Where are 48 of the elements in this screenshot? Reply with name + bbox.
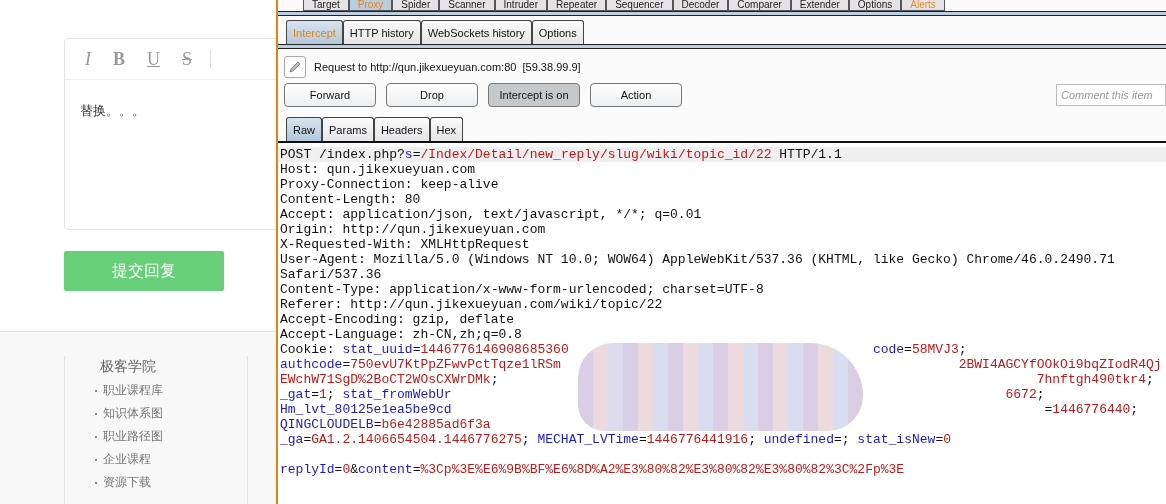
code-text: Proxy-Connection: keep-alive <box>280 177 499 192</box>
action-button[interactable]: Action <box>590 83 682 107</box>
code-text: replyId=0&content=%3Cp%3E%E6%9B%BF%E6%8D%A2%E3%80%82%E3%80%82%E3%80%82%3C%2Fp%3E <box>280 462 905 477</box>
code-text: Origin: http://qun.jikexueyuan.com <box>280 222 546 237</box>
code-text: 6672; <box>1005 387 1045 402</box>
code-text: authcode=750evU7KtPpZFwvPctTqze1lRSm <box>280 357 561 372</box>
section-tab[interactable]: WebSockets history <box>420 20 532 44</box>
footer-link[interactable]: 职业课程库 <box>103 382 163 399</box>
footer-link[interactable]: 企业课程 <box>103 451 151 468</box>
code-text: code=58MVJ3; <box>872 342 967 357</box>
footer-heading: 极客学院 <box>99 357 157 376</box>
code-text: Hm_lvt_80125e1ea5be9cd <box>280 402 452 417</box>
section-tab[interactable]: Options <box>531 20 584 44</box>
code-text: Accept-Language: zh-CN,zh;q=0.8 <box>280 327 522 342</box>
section-tab[interactable]: HTTP history <box>342 20 421 44</box>
action-button[interactable]: Intercept is on <box>488 83 580 107</box>
code-text: =1446776440; <box>1044 402 1139 417</box>
code-text: Accept-Encoding: gzip, deflate <box>280 312 515 327</box>
code-text: Referer: http://qun.jikexueyuan.com/wiki/topic/22 <box>280 297 663 312</box>
editor-text[interactable]: 替换。。。 <box>65 80 276 142</box>
code-text: Safari/537.36 <box>280 267 382 282</box>
comment-field[interactable]: Comment this item <box>1056 84 1166 106</box>
footer-link[interactable]: 知识体系图 <box>103 405 163 422</box>
code-text: Cookie: stat_uuid=1446776146908685360 <box>280 342 569 357</box>
code-text: Content-Type: application/x-www-form-urlencoded; charset=UTF-8 <box>280 282 764 297</box>
pencil-icon[interactable] <box>284 56 306 78</box>
message-tab[interactable]: Raw <box>286 117 322 141</box>
code-text: 7hnftgh490tkr4; <box>1036 372 1154 387</box>
code-text: _gat=1; stat_fromWebUr <box>280 387 452 402</box>
code-text: _ga=GA1.2.1406654504.1446776275; MECHAT_LVTime=1446776441916; undefined=; stat_isNew=0 <box>280 432 951 447</box>
action-button[interactable]: Drop <box>386 83 478 107</box>
message-tab[interactable]: Hex <box>429 117 464 141</box>
message-tab[interactable]: Params <box>322 117 374 141</box>
code-text: Content-Length: 80 <box>280 192 421 207</box>
code-text: Host: qun.jikexueyuan.com <box>280 162 476 177</box>
footer-link[interactable]: 职业路径图 <box>103 428 163 445</box>
code-text: X-Requested-With: XMLHttpRequest <box>280 237 530 252</box>
message-tab[interactable]: Headers <box>373 117 430 141</box>
code-text: User-Agent: Mozilla/5.0 (Windows NT 10.0; WOW64) AppleWebKit/537.36 (KHTML, like Gecko) Chrome/46.0.2490.71 <box>280 252 1115 267</box>
code-text: POST /index.php?s=/Index/Detail/new_reply/slug/wiki/topic_id/22 HTTP/1.1 <box>280 147 842 162</box>
code-text: EWchW71SgD%2BoCT2WOsCXWrDMk; <box>280 372 499 387</box>
request-info: Request to http://qun.jikexueyuan.com:80 [59.38.99.9] <box>314 61 581 73</box>
code-text: 2BWI4AGCYfOOkOi9bqZIodR4Qj <box>958 357 1162 372</box>
action-button[interactable]: Forward <box>284 83 376 107</box>
footer-link[interactable]: 资源下载 <box>103 474 151 491</box>
request-editor[interactable] <box>278 143 1166 504</box>
code-text: QINGCLOUDELB=b6e42885ad6f3a <box>280 417 491 432</box>
code-text: Accept: application/json, text/javascript, */*; q=0.01 <box>280 207 702 222</box>
